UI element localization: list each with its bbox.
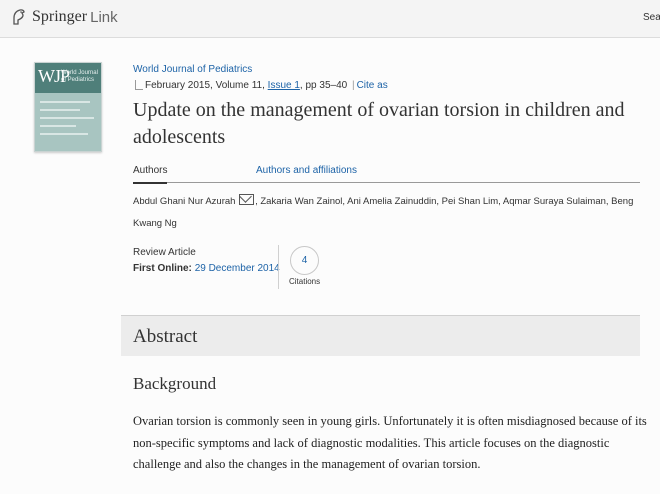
tab-authors[interactable]: Authors: [133, 165, 168, 184]
article-title: Update on the management of ovarian tors…: [133, 99, 625, 148]
first-online-label: First Online:: [133, 263, 192, 274]
springer-link-logo[interactable]: Springer Link: [11, 8, 118, 26]
abstract-section-header: Abstract: [121, 315, 640, 356]
cover-body: [35, 93, 101, 151]
cover-text-line: [40, 133, 88, 135]
author-list: Abdul Ghani Nur Azurah , Zakaria Wan Zai…: [133, 191, 643, 235]
citations-label: Citations: [289, 277, 321, 286]
cover-banner: WJP World Journal of Pediatrics: [35, 63, 101, 93]
citations-count[interactable]: 4: [290, 246, 319, 275]
article-type: Review Article: [133, 247, 196, 258]
cover-text-line: [40, 117, 94, 119]
issue-link[interactable]: Issue 1: [268, 80, 300, 91]
first-online-date[interactable]: 29 December 2014: [195, 263, 280, 274]
journal-cover-image[interactable]: WJP World Journal of Pediatrics: [34, 62, 102, 152]
site-header: Springer Link Sea: [0, 0, 660, 38]
meta-separator: |: [351, 80, 355, 91]
author-name[interactable]: Abdul Ghani Nur Azurah: [133, 196, 235, 207]
background-heading: Background: [133, 374, 217, 393]
first-online: First Online: 29 December 2014: [133, 263, 280, 274]
cover-text-line: [40, 101, 90, 103]
cover-text-line: [40, 109, 80, 111]
search-link[interactable]: Sea: [643, 12, 660, 23]
logo-word: Springer: [32, 8, 88, 25]
springer-horse-icon: [13, 9, 25, 25]
pages: , pp 35–40: [299, 80, 350, 91]
info-divider: [278, 245, 279, 289]
tab-authors-affiliations[interactable]: Authors and affiliations: [256, 165, 357, 176]
journal-link[interactable]: World Journal of Pediatrics: [133, 64, 252, 75]
logo-link-word: Link: [90, 8, 118, 26]
abstract-heading: Abstract: [133, 326, 198, 347]
author-tabs: Authors Authors and affiliations: [133, 165, 640, 184]
abstract-text: Ovarian torsion is commonly seen in youn…: [133, 414, 647, 471]
date-volume: February 2015, Volume 11,: [145, 80, 268, 91]
email-icon[interactable]: [239, 194, 255, 205]
meta-bracket: [135, 80, 143, 90]
article-meta: February 2015, Volume 11, Issue 1, pp 35…: [145, 80, 388, 91]
cover-name: World Journal of Pediatrics: [61, 70, 98, 83]
cite-as-link[interactable]: Cite as: [357, 80, 388, 91]
cover-text-line: [40, 125, 76, 127]
